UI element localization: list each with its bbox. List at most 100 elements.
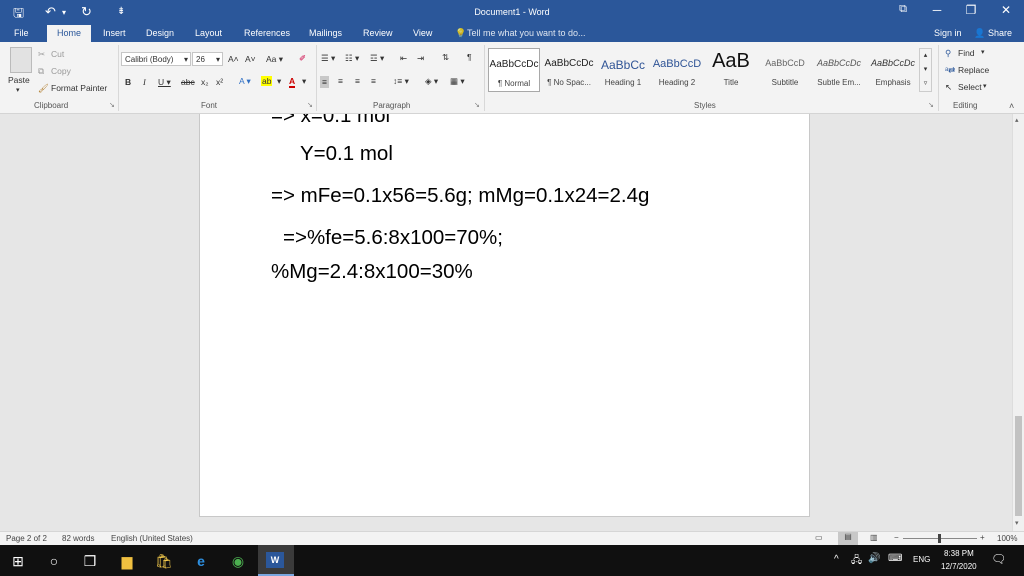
increase-indent-icon[interactable]: ⇥	[417, 53, 424, 64]
document-line[interactable]: => x=0.1 mol	[271, 114, 390, 128]
vertical-scrollbar[interactable]: ▴ ▾	[1012, 114, 1024, 531]
font-color-icon[interactable]: A	[289, 76, 296, 88]
network-icon[interactable]: 🖧	[851, 553, 862, 570]
numbering-icon[interactable]: ☷ ▾	[345, 53, 359, 64]
change-case-icon[interactable]: Aa ▾	[266, 54, 283, 65]
shrink-font-icon[interactable]: A˅	[245, 54, 256, 64]
styles-scroll-icon[interactable]: ▴ ▾ ▿	[919, 48, 932, 92]
collapse-ribbon-icon[interactable]: ˄	[1009, 101, 1014, 111]
borders-icon[interactable]: ▦ ▾	[450, 76, 465, 87]
format-painter-button[interactable]: Format Painter	[51, 83, 107, 93]
read-mode-icon[interactable]: ▭	[815, 533, 823, 542]
keyboard-icon[interactable]: ⌨	[888, 553, 902, 564]
page-count[interactable]: Page 2 of 2	[6, 534, 47, 543]
style-heading[interactable]: AaBbCcD Heading 2	[651, 48, 703, 92]
browser-icon[interactable]: ◉	[228, 551, 248, 571]
document-page[interactable]: => x=0.1 mol Y=0.1 mol => mFe=0.1x56=5.6…	[199, 114, 810, 517]
underline-icon[interactable]: U ▾	[158, 77, 171, 88]
bullets-icon[interactable]: ☰ ▾	[321, 53, 335, 64]
clock-date[interactable]: 12/7/2020	[941, 562, 977, 571]
decrease-indent-icon[interactable]: ⇤	[400, 53, 407, 64]
align-center-icon[interactable]: ≡	[338, 76, 343, 86]
line-spacing-icon[interactable]: ↕≡ ▾	[393, 76, 409, 87]
task-view-icon[interactable]: ❒	[80, 551, 100, 571]
input-language[interactable]: ENG	[913, 555, 930, 564]
document-line[interactable]: => mFe=0.1x56=5.6g; mMg=0.1x24=2.4g	[271, 184, 649, 208]
text-effects-icon[interactable]: A ▾	[239, 76, 251, 87]
style-emphasis[interactable]: AaBbCcDc Emphasis	[867, 48, 919, 92]
paragraph-launcher-icon[interactable]: ↘	[474, 101, 480, 109]
align-right-icon[interactable]: ≡	[355, 76, 360, 86]
word-taskbar-button[interactable]: W	[258, 545, 294, 576]
highlight-icon[interactable]: ab	[261, 76, 273, 86]
subscript-icon[interactable]: x₂	[201, 77, 209, 87]
paste-button[interactable]: Paste	[8, 75, 30, 85]
copy-button[interactable]: Copy	[51, 66, 71, 76]
scroll-up-icon[interactable]: ▴	[1015, 116, 1019, 124]
print-layout-icon[interactable]: ▤	[838, 532, 858, 545]
restore-button[interactable]: ❐	[960, 3, 982, 17]
highlight-dropdown-icon[interactable]: ▾	[277, 76, 281, 87]
chevron-down-icon[interactable]: ▾	[983, 82, 987, 90]
tab-design[interactable]: Design	[146, 28, 174, 38]
tab-references[interactable]: References	[244, 28, 290, 38]
paste-icon[interactable]	[10, 47, 32, 73]
grow-font-icon[interactable]: A˄	[228, 54, 239, 64]
show-hidden-icons-icon[interactable]: ^	[834, 554, 839, 565]
superscript-icon[interactable]: x²	[216, 77, 223, 87]
cut-button[interactable]: Cut	[51, 49, 64, 59]
sort-icon[interactable]: ⇅	[442, 52, 449, 63]
font-name-combo[interactable]: Calibri (Body) ▾	[121, 52, 191, 66]
zoom-in-icon[interactable]: +	[980, 533, 985, 542]
style-title[interactable]: AaB Title	[705, 48, 757, 92]
notifications-icon[interactable]: 🗨	[991, 552, 1006, 566]
paste-dropdown-icon[interactable]: ▾	[16, 86, 20, 94]
document-line[interactable]: Y=0.1 mol	[300, 142, 393, 166]
style-heading[interactable]: AaBbCc Heading 1	[597, 48, 649, 92]
chevron-down-icon[interactable]: ▾	[981, 48, 985, 56]
store-icon[interactable]: 🛍	[154, 551, 174, 571]
font-size-combo[interactable]: 26 ▾	[192, 52, 223, 66]
select-button[interactable]: Select	[958, 82, 982, 92]
clear-formatting-icon[interactable]: ✐	[299, 53, 306, 64]
zoom-level[interactable]: 100%	[997, 534, 1017, 543]
bold-icon[interactable]: B	[125, 77, 131, 87]
tab-layout[interactable]: Layout	[195, 28, 222, 38]
style-normal[interactable]: AaBbCcDc ¶ Normal	[488, 48, 540, 92]
font-launcher-icon[interactable]: ↘	[307, 101, 313, 109]
tell-me-search[interactable]: Tell me what you want to do...	[467, 28, 586, 38]
align-left-icon[interactable]: ≡	[320, 76, 329, 88]
replace-button[interactable]: Replace	[958, 65, 989, 75]
style-subtitle[interactable]: AaBbCcD Subtitle	[759, 48, 811, 92]
close-button[interactable]: ✕	[995, 3, 1017, 17]
document-line[interactable]: =>%fe=5.6:8x100=70%;	[283, 226, 503, 250]
clipboard-launcher-icon[interactable]: ↘	[109, 101, 115, 109]
windows-start-icon[interactable]: ⊞	[8, 551, 28, 571]
volume-icon[interactable]: 🔊	[868, 553, 880, 564]
tab-insert[interactable]: Insert	[103, 28, 126, 38]
scroll-down-icon[interactable]: ▾	[1015, 519, 1019, 527]
clock-time[interactable]: 8:38 PM	[944, 549, 974, 558]
tab-home[interactable]: Home	[47, 25, 92, 42]
scrollbar-thumb[interactable]	[1015, 416, 1022, 516]
share-button[interactable]: Share	[988, 28, 1012, 38]
strikethrough-icon[interactable]: abc	[181, 77, 195, 87]
justify-icon[interactable]: ≡	[371, 76, 376, 86]
pilcrow-icon[interactable]: ¶	[467, 52, 472, 62]
zoom-out-icon[interactable]: −	[894, 533, 899, 542]
language-indicator[interactable]: English (United States)	[111, 534, 193, 543]
shading-icon[interactable]: ◈ ▾	[425, 76, 438, 87]
word-count[interactable]: 82 words	[62, 534, 94, 543]
tab-mailings[interactable]: Mailings	[309, 28, 342, 38]
document-line[interactable]: %Mg=2.4:8x100=30%	[271, 260, 473, 284]
search-icon[interactable]: ○	[44, 551, 64, 571]
find-button[interactable]: Find	[958, 48, 975, 58]
sign-in-link[interactable]: Sign in	[934, 28, 962, 38]
style-no-spac[interactable]: AaBbCcDc ¶ No Spac...	[543, 48, 595, 92]
tab-file[interactable]: File	[14, 28, 29, 38]
file-explorer-icon[interactable]: ▆	[117, 551, 137, 571]
zoom-slider-thumb[interactable]	[938, 534, 941, 543]
multilevel-list-icon[interactable]: ☲ ▾	[370, 53, 384, 64]
edge-icon[interactable]: e	[191, 551, 211, 571]
ribbon-display-options-icon[interactable]: ⧉	[892, 3, 914, 16]
